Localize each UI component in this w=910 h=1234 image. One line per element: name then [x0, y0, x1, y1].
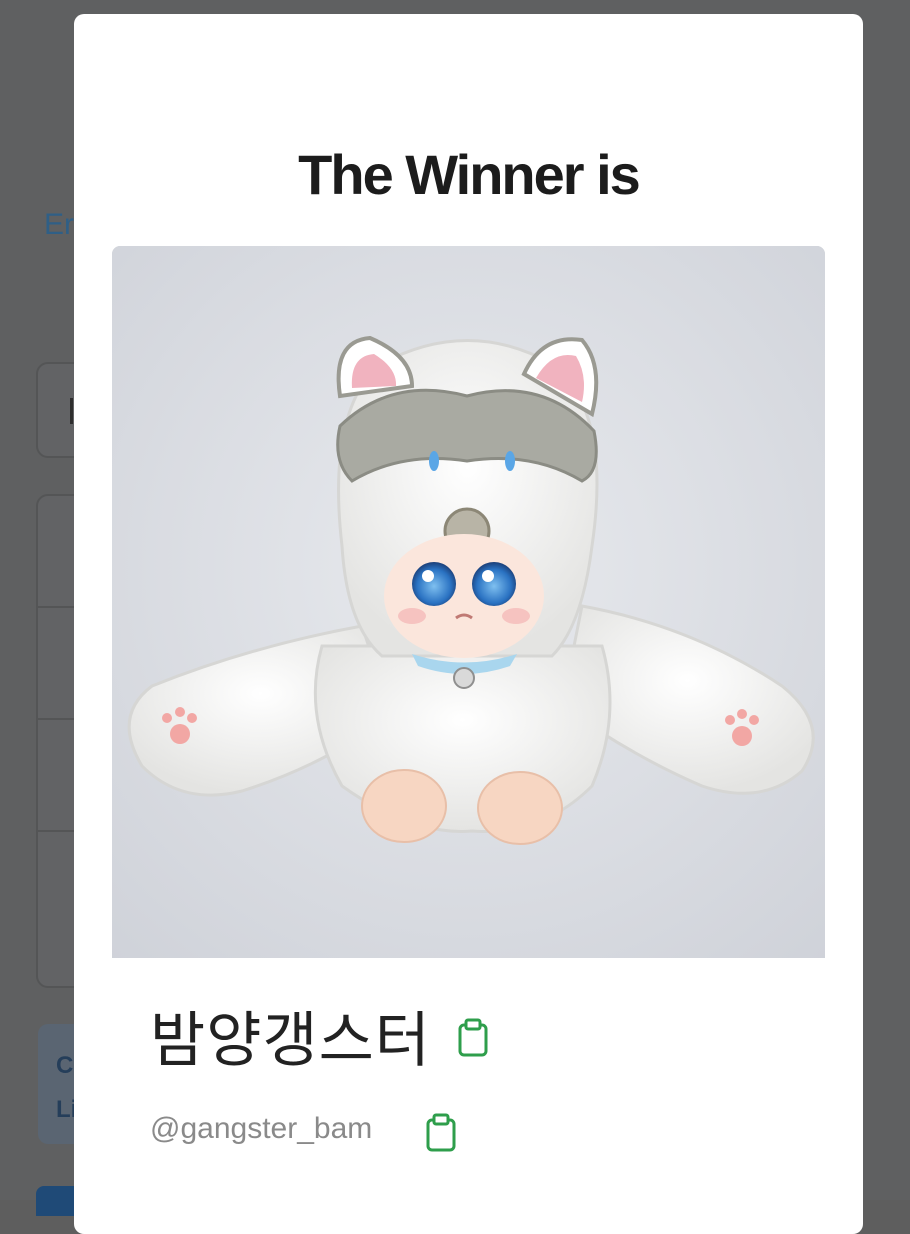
copy-name-button[interactable]: [456, 1018, 490, 1063]
winner-modal: The Winner is 밤양갱스터 @gangster_bam: [74, 14, 863, 1234]
winner-handle: @gangster_bam: [150, 1112, 373, 1145]
background-link[interactable]: Er: [44, 208, 74, 242]
clipboard-icon: [426, 1113, 456, 1152]
background-banner-line: C: [56, 1052, 74, 1079]
winner-name: 밤양갱스터: [150, 1006, 431, 1076]
background-cursor: [70, 398, 73, 424]
clipboard-icon: [458, 1018, 488, 1057]
copy-handle-button[interactable]: [424, 1113, 458, 1158]
modal-title: The Winner is: [298, 143, 641, 206]
winner-photo: [112, 246, 825, 958]
